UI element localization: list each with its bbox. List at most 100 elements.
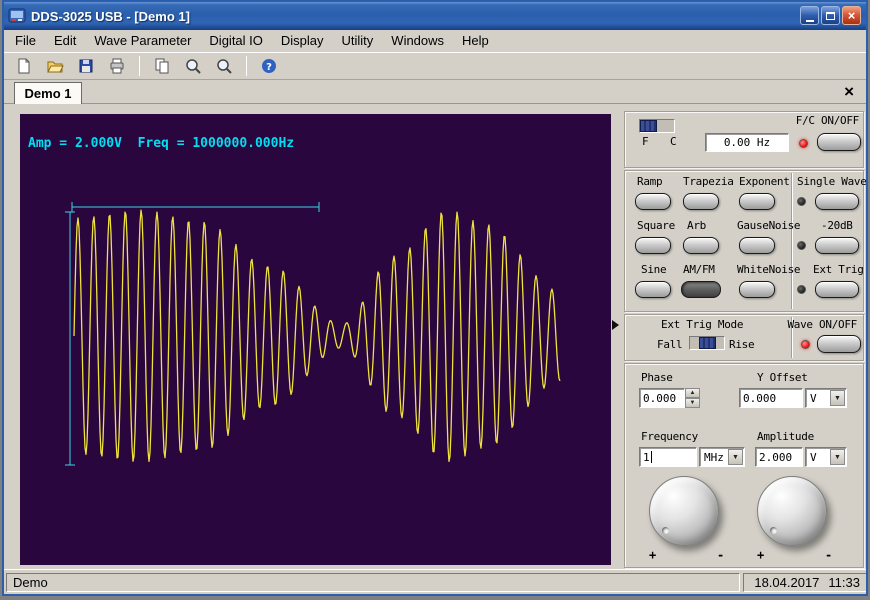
new-document-icon (15, 57, 33, 75)
zoom-out-icon (215, 57, 233, 75)
wave-onoff-button[interactable] (817, 335, 861, 353)
menu-help[interactable]: Help (453, 30, 498, 52)
trig-mode-slider-handle[interactable] (699, 337, 716, 349)
help-button[interactable]: ? (257, 54, 281, 78)
fc-value-readout: 0.00 Hz (705, 133, 789, 152)
single-wave-led (797, 197, 806, 206)
spinner-up-icon[interactable]: ▲ (685, 388, 700, 398)
frequency-knob[interactable] (649, 476, 719, 546)
sine-button[interactable] (635, 281, 671, 298)
panel-collapse-arrow-icon[interactable] (612, 320, 619, 330)
status-message: Demo (6, 573, 740, 592)
y-offset-input[interactable]: 0.000 (739, 388, 803, 408)
copy-button[interactable] (150, 54, 174, 78)
maximize-icon (826, 12, 835, 20)
menu-utility[interactable]: Utility (333, 30, 383, 52)
trapezia-button[interactable] (683, 193, 719, 210)
minimize-icon (806, 20, 814, 22)
amplitude-unit-select[interactable]: V ▼ (805, 447, 847, 467)
spinner-down-icon[interactable]: ▼ (685, 398, 700, 408)
arb-label: Arb (687, 219, 706, 232)
fc-group: F C 0.00 Hz F/C ON/OFF (624, 111, 864, 168)
menu-wave-parameter[interactable]: Wave Parameter (85, 30, 200, 52)
new-document-button[interactable] (12, 54, 36, 78)
help-icon: ? (260, 57, 278, 75)
minus20db-label: -20dB (821, 219, 853, 232)
square-button[interactable] (635, 237, 671, 254)
tab-bar: Demo 1 × (4, 80, 866, 104)
trapezia-label: Trapezia (683, 175, 734, 188)
amplitude-knob-minus-label: - (825, 548, 832, 562)
amplitude-input[interactable]: 2.000 (755, 447, 803, 467)
frequency-unit-value: MHz (704, 451, 724, 464)
amp-freq-readout: Amp = 2.000V Freq = 1000000.000Hz (28, 136, 294, 151)
text-caret (651, 451, 652, 463)
minimize-button[interactable] (800, 6, 819, 25)
trig-mode-slider[interactable] (689, 336, 725, 350)
menu-windows[interactable]: Windows (382, 30, 453, 52)
fc-onoff-label: F/C ON/OFF (796, 114, 859, 127)
frequency-knob-plus-label: + (649, 548, 656, 562)
y-offset-unit-select[interactable]: V ▼ (805, 388, 847, 408)
svg-text:?: ? (266, 62, 272, 73)
exponent-button[interactable] (739, 193, 775, 210)
amfm-button[interactable] (681, 281, 721, 298)
tab-close-button[interactable]: × (844, 81, 854, 103)
frequency-input[interactable]: 1 (639, 447, 697, 467)
save-icon (77, 57, 95, 75)
menu-display[interactable]: Display (272, 30, 333, 52)
open-folder-button[interactable] (43, 54, 67, 78)
fc-slider-handle[interactable] (640, 120, 657, 132)
chevron-down-icon[interactable]: ▼ (728, 449, 743, 465)
tab-demo1[interactable]: Demo 1 (14, 82, 82, 104)
status-date: 18.04.2017 (754, 575, 819, 590)
toolbar: ? (4, 52, 866, 80)
phase-input[interactable]: 0.000 (639, 388, 685, 408)
phase-spinner[interactable]: ▲ ▼ (685, 388, 700, 408)
knob-indicator-dot (662, 527, 669, 534)
fc-slider[interactable] (639, 119, 675, 133)
fc-onoff-button[interactable] (817, 133, 861, 151)
ext-trig-button[interactable] (815, 281, 859, 298)
frequency-unit-select[interactable]: MHz ▼ (699, 447, 745, 467)
amplitude-knob-plus-label: + (757, 548, 764, 562)
menu-digital-io[interactable]: Digital IO (200, 30, 271, 52)
client-area: Amp = 2.000V Freq = 1000000.000Hz F C 0.… (4, 104, 866, 573)
group-divider (791, 173, 793, 309)
print-button[interactable] (105, 54, 129, 78)
fc-slider-f-label: F (642, 135, 648, 148)
copy-icon (153, 57, 171, 75)
maximize-button[interactable] (821, 6, 840, 25)
ext-trig-mode-group: Ext Trig Mode Wave ON/OFF Fall Rise (624, 314, 864, 361)
save-button[interactable] (74, 54, 98, 78)
chevron-down-icon[interactable]: ▼ (830, 390, 845, 406)
zoom-out-button[interactable] (212, 54, 236, 78)
vertical-cursor[interactable] (65, 212, 75, 465)
gausenoise-label: GauseNoise (737, 219, 800, 232)
amplitude-knob[interactable] (757, 476, 827, 546)
toolbar-separator (246, 56, 247, 76)
single-wave-button[interactable] (815, 193, 859, 210)
single-wave-label: Single Wave (797, 175, 867, 188)
close-button[interactable]: × (842, 6, 861, 25)
minus20db-button[interactable] (815, 237, 859, 254)
fc-slider-c-label: C (670, 135, 676, 148)
window-title: DDS-3025 USB - [Demo 1] (31, 9, 190, 24)
horizontal-cursor[interactable] (72, 202, 319, 212)
whitenoise-button[interactable] (739, 281, 775, 298)
amplitude-label: Amplitude (757, 430, 814, 443)
app-icon (8, 7, 26, 25)
wave-onoff-led (801, 340, 810, 349)
close-icon: × (848, 8, 856, 23)
gausenoise-button[interactable] (739, 237, 775, 254)
amplitude-unit-value: V (810, 451, 817, 464)
ramp-button[interactable] (635, 193, 671, 210)
chevron-down-icon[interactable]: ▼ (830, 449, 845, 465)
menu-file[interactable]: File (6, 30, 45, 52)
title-bar: DDS-3025 USB - [Demo 1] × (4, 2, 866, 30)
menu-edit[interactable]: Edit (45, 30, 85, 52)
amfm-label: AM/FM (683, 263, 715, 276)
y-offset-unit-value: V (810, 392, 817, 405)
arb-button[interactable] (683, 237, 719, 254)
zoom-in-button[interactable] (181, 54, 205, 78)
